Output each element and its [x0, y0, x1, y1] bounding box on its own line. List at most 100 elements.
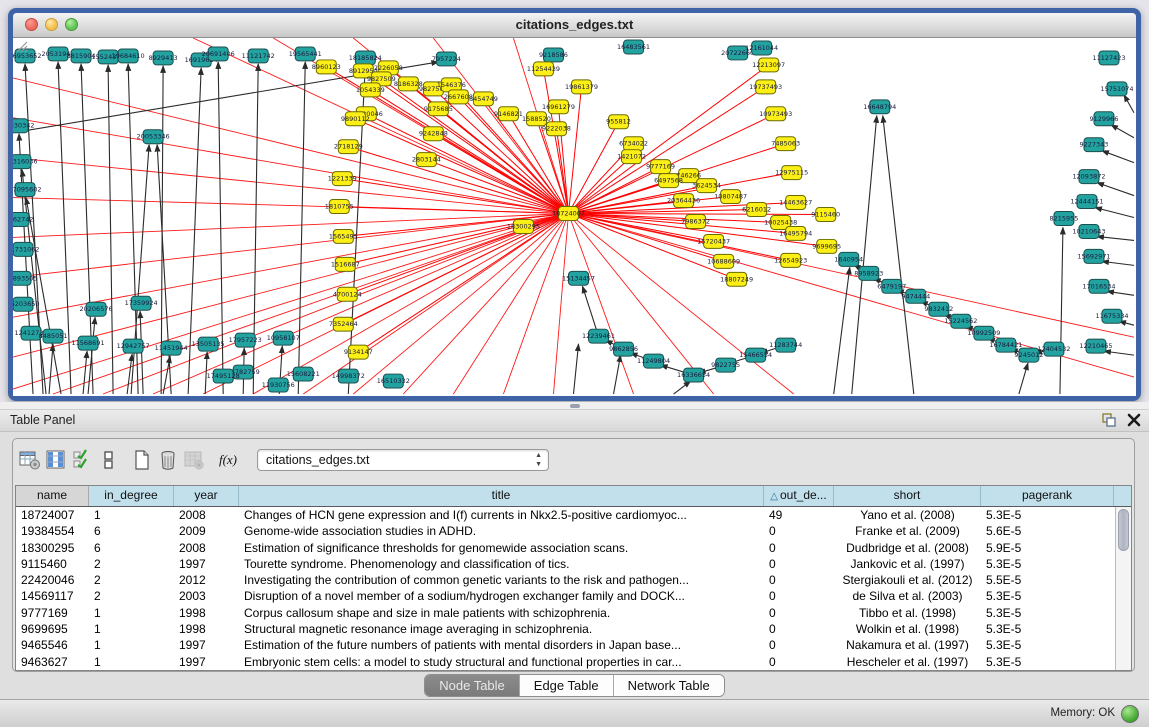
- table-cell: Tourette syndrome. Phenomenology and cla…: [239, 556, 764, 572]
- table-scrollbar[interactable]: [1115, 507, 1131, 670]
- table-cell: 5.6E-5: [981, 523, 1114, 539]
- table-scrollbar-thumb[interactable]: [1118, 509, 1129, 551]
- column-header-year[interactable]: year: [174, 486, 239, 506]
- table-cell: 2008: [174, 540, 239, 556]
- table-cell: 5.3E-5: [981, 621, 1114, 637]
- table-cell: Nakamura et al. (1997): [834, 637, 981, 653]
- tab-network-table[interactable]: Network Table: [614, 675, 724, 696]
- table-settings-icon[interactable]: [17, 447, 43, 473]
- table-cell: 49: [764, 507, 834, 523]
- table-row[interactable]: 1456911722003Disruption of a novel membe…: [16, 588, 1115, 604]
- table-row[interactable]: 1938455462009Genome-wide association stu…: [16, 523, 1115, 539]
- table-cell: Wolkin et al. (1998): [834, 621, 981, 637]
- table-cell: 18724007: [16, 507, 89, 523]
- close-window-icon[interactable]: [25, 18, 38, 31]
- column-visibility-icon[interactable]: [43, 447, 69, 473]
- column-header-in_degree[interactable]: in_degree: [89, 486, 174, 506]
- table-row[interactable]: 946362711997Embryonic stem cells: a mode…: [16, 654, 1115, 670]
- table-cell: 6: [89, 523, 174, 539]
- table-cell: 5.3E-5: [981, 556, 1114, 572]
- table-cell: de Silva et al. (2003): [834, 588, 981, 604]
- table-cell: 5.3E-5: [981, 637, 1114, 653]
- table-cell: Structural magnetic resonance image aver…: [239, 621, 764, 637]
- sort-indicator-icon: △: [770, 491, 778, 502]
- table-cell: Stergiakouli et al. (2012): [834, 572, 981, 588]
- table-panel-header: Table Panel: [0, 410, 1149, 432]
- table-cell: Investigating the contribution of common…: [239, 572, 764, 588]
- table-panel: Table Panel: [0, 402, 1149, 727]
- panel-divider[interactable]: [0, 402, 1149, 410]
- network-window-titlebar[interactable]: citations_edges.txt: [13, 13, 1136, 38]
- table-row[interactable]: 946554611997Estimation of the future num…: [16, 637, 1115, 653]
- minimize-window-icon[interactable]: [45, 18, 58, 31]
- table-cell: 1: [89, 637, 174, 653]
- table-row[interactable]: 977716911998Corpus callosum shape and si…: [16, 605, 1115, 621]
- column-header-out_de[interactable]: △out_de...: [764, 486, 834, 506]
- table-cell: 5.3E-5: [981, 507, 1114, 523]
- table-cell: 1: [89, 507, 174, 523]
- table-cell: 5.3E-5: [981, 654, 1114, 670]
- table-cell: 1: [89, 654, 174, 670]
- table-header-row: namein_degreeyeartitle△out_de...shortpag…: [16, 486, 1131, 507]
- table-cell: 9463627: [16, 654, 89, 670]
- attribute-table: namein_degreeyeartitle△out_de...shortpag…: [15, 485, 1132, 671]
- table-panel-title: Table Panel: [10, 413, 75, 427]
- table-cell: 1998: [174, 621, 239, 637]
- select-rows-icon[interactable]: [69, 447, 95, 473]
- table-row[interactable]: 2242004622012Investigating the contribut…: [16, 572, 1115, 588]
- table-cell: Dudbridge et al. (2008): [834, 540, 981, 556]
- delete-table-icon[interactable]: [155, 447, 181, 473]
- function-builder-icon[interactable]: f(x): [215, 447, 241, 473]
- table-cell: 9699695: [16, 621, 89, 637]
- table-rows: 1872400712008Changes of HCN gene express…: [16, 507, 1115, 670]
- tab-node-table[interactable]: Node Table: [425, 675, 520, 696]
- table-cell: 0: [764, 523, 834, 539]
- table-cell: 9465546: [16, 637, 89, 653]
- table-cell: 2: [89, 556, 174, 572]
- table-cell: 2: [89, 588, 174, 604]
- table-cell: 2008: [174, 507, 239, 523]
- table-selector-dropdown[interactable]: citations_edges.txt ▲▼: [257, 449, 549, 471]
- memory-status-indicator[interactable]: [1121, 705, 1139, 723]
- table-cell: 0: [764, 621, 834, 637]
- delete-table-disabled-icon: [181, 447, 207, 473]
- table-cell: Embryonic stem cells: a model to study s…: [239, 654, 764, 670]
- table-cell: Disruption of a novel member of a sodium…: [239, 588, 764, 604]
- table-toolbar: f(x) citations_edges.txt ▲▼: [17, 445, 549, 475]
- table-cell: Corpus callosum shape and size in male p…: [239, 605, 764, 621]
- row-height-icon[interactable]: [95, 447, 121, 473]
- table-cell: 19384554: [16, 523, 89, 539]
- table-cell: 0: [764, 588, 834, 604]
- zoom-window-icon[interactable]: [65, 18, 78, 31]
- column-header-pagerank[interactable]: pagerank: [981, 486, 1114, 506]
- table-cell: 2009: [174, 523, 239, 539]
- table-cell: 22420046: [16, 572, 89, 588]
- table-cell: Changes of HCN gene expression and I(f) …: [239, 507, 764, 523]
- column-header-short[interactable]: short: [834, 486, 981, 506]
- new-table-icon[interactable]: [129, 447, 155, 473]
- close-panel-icon[interactable]: [1127, 413, 1141, 427]
- table-row[interactable]: 1830029562008Estimation of significance …: [16, 540, 1115, 556]
- dropdown-arrows-icon: ▲▼: [535, 451, 542, 469]
- table-cell: 18300295: [16, 540, 89, 556]
- resize-grip-icon[interactable]: [13, 38, 1136, 396]
- table-row[interactable]: 911546021997Tourette syndrome. Phenomeno…: [16, 556, 1115, 572]
- table-row[interactable]: 969969511998Structural magnetic resonanc…: [16, 621, 1115, 637]
- network-view[interactable]: 1695365220531942881590415524313196846108…: [13, 38, 1136, 396]
- table-cell: Hescheler et al. (1997): [834, 654, 981, 670]
- table-cell: 2: [89, 572, 174, 588]
- table-cell: Genome-wide association studies in ADHD.: [239, 523, 764, 539]
- table-row[interactable]: 1872400712008Changes of HCN gene express…: [16, 507, 1115, 523]
- table-cell: 5.3E-5: [981, 588, 1114, 604]
- column-header-title[interactable]: title: [239, 486, 764, 506]
- table-cell: Franke et al. (2009): [834, 523, 981, 539]
- table-cell: 1: [89, 605, 174, 621]
- status-bar: Memory: OK: [0, 699, 1149, 727]
- tab-edge-table[interactable]: Edge Table: [520, 675, 614, 696]
- table-cell: 2003: [174, 588, 239, 604]
- float-panel-icon[interactable]: [1101, 412, 1117, 428]
- table-cell: 2012: [174, 572, 239, 588]
- column-header-name[interactable]: name: [16, 486, 89, 506]
- table-cell: Yano et al. (2008): [834, 507, 981, 523]
- table-cell: Estimation of the future numbers of pati…: [239, 637, 764, 653]
